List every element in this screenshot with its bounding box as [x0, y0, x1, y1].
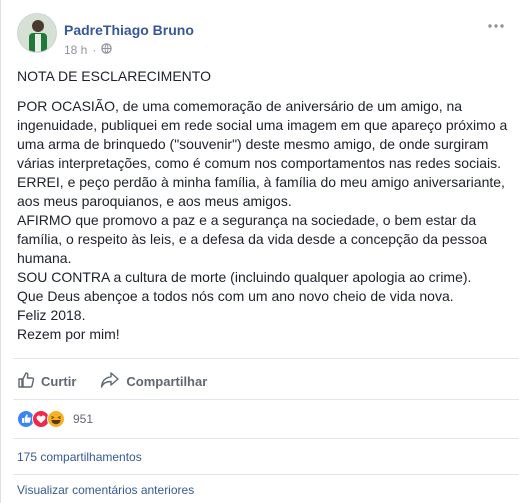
- like-label: Curtir: [41, 373, 77, 389]
- divider: [13, 399, 519, 400]
- divider: [13, 474, 519, 475]
- post-paragraph: Feliz 2018.: [17, 307, 86, 323]
- post-meta: 18 h ·: [64, 43, 113, 57]
- avatar[interactable]: [17, 13, 57, 53]
- love-icon: [32, 410, 50, 428]
- post-paragraph: Que Deus abençoe a todos nós com um ano …: [17, 288, 454, 304]
- like-icon: [17, 410, 35, 428]
- post-title-line: NOTA DE ESCLARECIMENTO: [17, 68, 211, 84]
- post-paragraph: Rezem por mim!: [17, 326, 120, 342]
- post-paragraph: SOU CONTRA a cultura de morte (incluindo…: [17, 269, 472, 285]
- haha-icon: [47, 410, 65, 428]
- post-card: PadreThiago Bruno 18 h · NOTA DE ESCLARE…: [0, 0, 519, 503]
- author-name[interactable]: PadreThiago Bruno: [64, 22, 194, 38]
- post-body: NOTA DE ESCLARECIMENTO POR OCASIÃO, de u…: [17, 67, 511, 344]
- share-button[interactable]: Compartilhar: [100, 371, 207, 392]
- thumbs-up-icon: [17, 371, 35, 392]
- globe-icon: [101, 43, 113, 57]
- meta-separator: ·: [92, 43, 97, 57]
- post-actions: Curtir Compartilhar: [17, 370, 507, 392]
- reaction-count: 951: [73, 412, 94, 426]
- post-timestamp[interactable]: 18 h: [64, 43, 87, 57]
- reactions-summary[interactable]: 951: [17, 409, 93, 429]
- share-label: Compartilhar: [126, 373, 208, 389]
- view-previous-comments-link[interactable]: Visualizar comentários anteriores: [17, 483, 194, 497]
- post-paragraph: ERREI, e peço perdão à minha família, à …: [17, 174, 505, 209]
- more-options-icon[interactable]: [485, 19, 507, 33]
- divider: [13, 358, 519, 359]
- post-paragraph: POR OCASIÃO, de uma comemoração de anive…: [17, 98, 508, 171]
- reaction-icons: [17, 410, 65, 428]
- shares-count-link[interactable]: 175 compartilhamentos: [17, 450, 142, 464]
- like-button[interactable]: Curtir: [17, 371, 76, 392]
- post-header: PadreThiago Bruno 18 h ·: [17, 13, 507, 63]
- share-arrow-icon: [100, 371, 120, 392]
- divider: [13, 438, 519, 439]
- post-paragraph: AFIRMO que promovo a paz e a segurança n…: [17, 212, 488, 266]
